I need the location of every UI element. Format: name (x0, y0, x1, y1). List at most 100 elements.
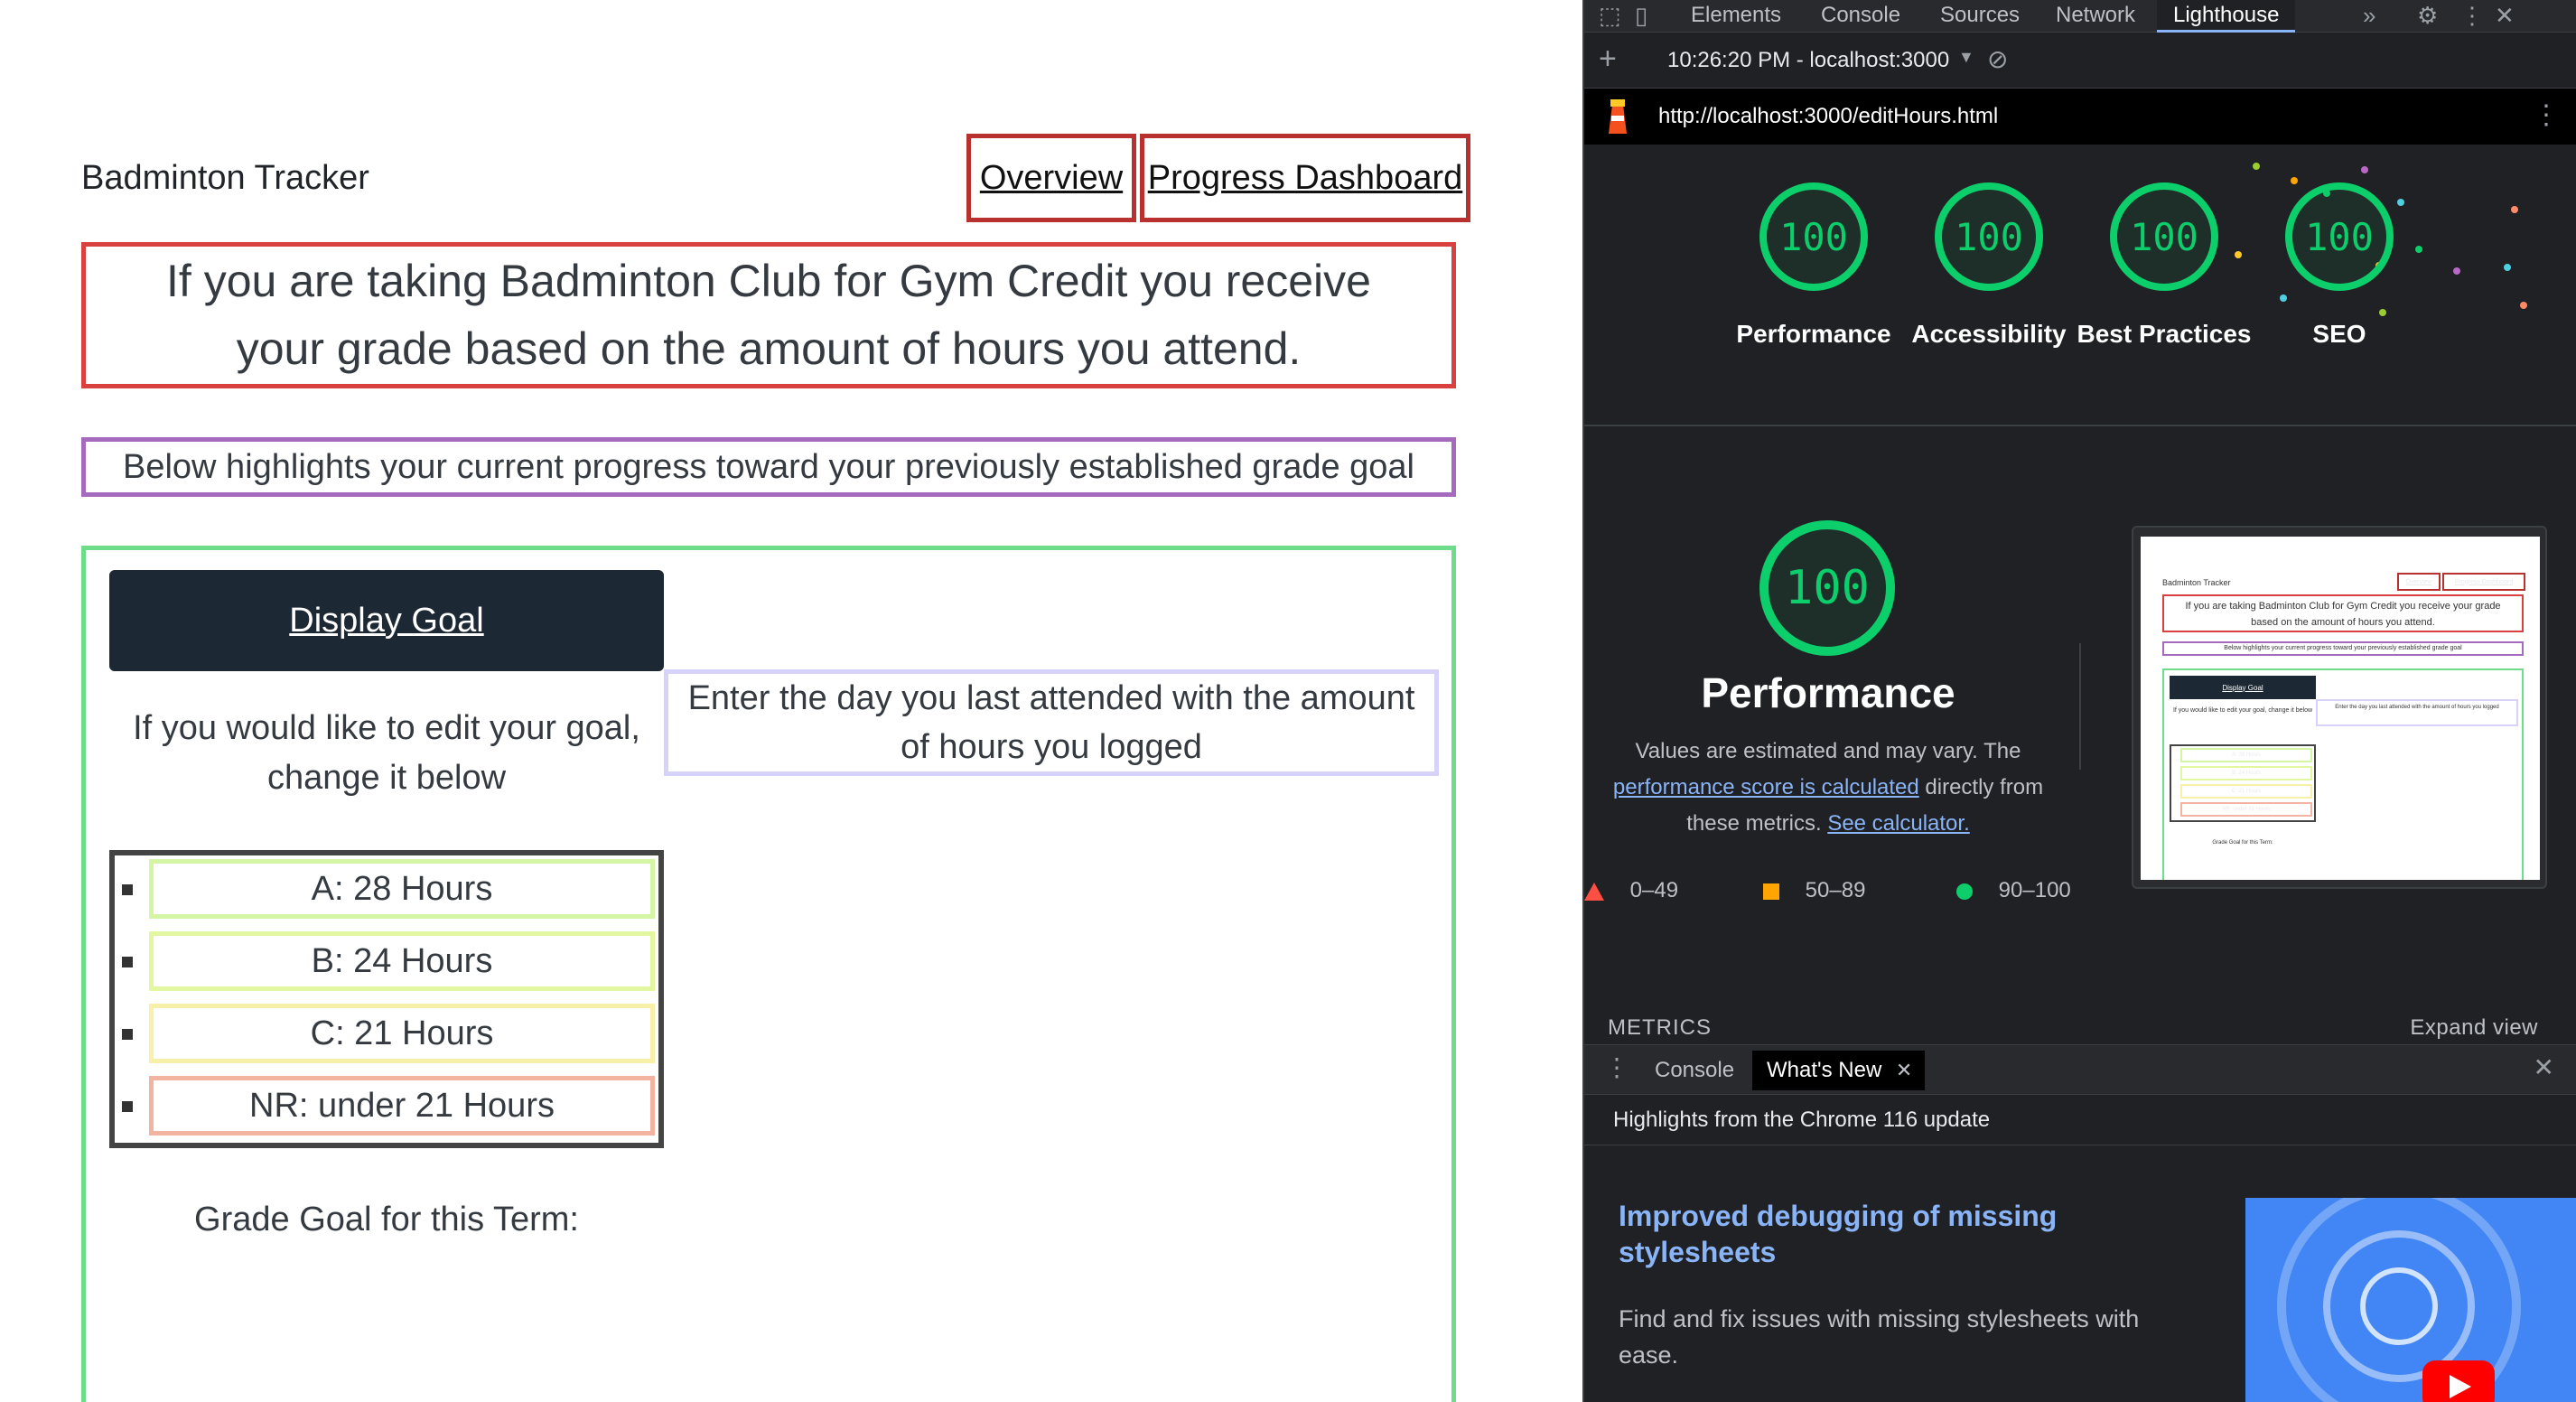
report-selector[interactable]: 10:26:20 PM - localhost:3000 (1667, 48, 1949, 73)
tab-sources[interactable]: Sources (1924, 0, 2036, 33)
devtools-tabbar: ⬚ ▯ Elements Console Sources Network Lig… (1584, 0, 2576, 33)
list-item: NR: under 21 Hours (115, 1072, 658, 1145)
bullet-icon (122, 957, 133, 967)
list-item: A: 28 Hours (115, 855, 658, 928)
drawer-tab-console[interactable]: Console (1640, 1051, 1749, 1090)
grade-option-nr[interactable]: NR: under 21 Hours (149, 1076, 655, 1136)
kebab-menu-icon[interactable]: ⋮ (1604, 1052, 1629, 1082)
nav-overview-link[interactable]: Overview (966, 134, 1136, 222)
thumb-section: Display Goal If you would like to edit y… (2162, 668, 2524, 880)
thumb-progress: Progress Dashboard (2442, 573, 2525, 591)
performance-score: 100 (1779, 214, 1848, 259)
grade-option-a[interactable]: A: 28 Hours (149, 859, 655, 919)
kebab-menu-icon[interactable]: ⋮ (2533, 99, 2560, 131)
close-icon[interactable]: ✕ (2495, 2, 2515, 30)
clear-icon[interactable]: ⊘ (1987, 44, 2008, 74)
description-text: Values are estimated and may vary. The (1635, 739, 2021, 763)
seo-gauge[interactable]: 100 (2285, 182, 2394, 291)
thumb-overview: Overview (2397, 573, 2441, 591)
grade-list: A: 28 Hours B: 24 Hours C: 21 Hours NR: … (109, 850, 664, 1148)
chrome-graphic-icon (2277, 1198, 2521, 1402)
web-page: Badminton Tracker Overview Progress Dash… (0, 0, 1582, 1402)
enter-day-prompt: Enter the day you last attended with the… (664, 669, 1439, 776)
accessibility-label: Accessibility (1911, 320, 2067, 348)
goal-section: Display Goal If you would like to edit y… (81, 546, 1456, 1402)
close-drawer-icon[interactable]: ✕ (2534, 1052, 2554, 1082)
triangle-icon (1584, 882, 1604, 901)
thumbnail-image: Badminton Tracker Overview Progress Dash… (2141, 537, 2540, 880)
thumb-note: Below highlights your current progress t… (2162, 641, 2524, 656)
thumb-grade-b: B: 24 Hours (2180, 766, 2312, 780)
news-title-link[interactable]: Improved debugging of missing stylesheet… (1619, 1198, 2124, 1270)
edit-goal-text: If you would like to edit your goal, cha… (133, 709, 640, 797)
thumb-grade-a: A: 28 Hours (2180, 748, 2312, 762)
plus-icon[interactable]: + (1599, 42, 1617, 77)
best-practices-score: 100 (2130, 214, 2198, 259)
thumb-goal-label: Grade Goal for this Term: (2212, 840, 2273, 846)
performance-label: Performance (1736, 320, 1891, 348)
seo-label: SEO (2312, 320, 2366, 348)
legend-average: 50–89 (1763, 878, 1865, 903)
divider (1584, 425, 2576, 426)
tab-console[interactable]: Console (1805, 0, 1917, 33)
grade-goal-label: Grade Goal for this Term: (194, 1201, 579, 1238)
square-icon (1763, 883, 1779, 900)
performance-detail-score: 100 (1785, 561, 1870, 615)
circle-icon (1956, 883, 1973, 900)
video-thumbnail[interactable] (2245, 1198, 2576, 1402)
thumb-brand: Badminton Tracker (2162, 578, 2231, 587)
devtools-panel: ⬚ ▯ Elements Console Sources Network Lig… (1582, 0, 2576, 1402)
best-practices-gauge[interactable]: 100 (2110, 182, 2218, 291)
performance-gauge[interactable]: 100 (1759, 182, 1868, 291)
report-url: http://localhost:3000/editHours.html (1658, 104, 1999, 128)
best-practices-label: Best Practices (2077, 320, 2252, 348)
drawer-tabbar: ⋮ Console What's New ✕ ✕ (1584, 1044, 2576, 1095)
drawer-tab-whats-new[interactable]: What's New ✕ (1752, 1051, 1926, 1090)
gear-icon[interactable]: ⚙ (2417, 2, 2438, 30)
legend-pass-label: 90–100 (1998, 878, 2071, 902)
page-screenshot-thumbnail[interactable]: Badminton Tracker Overview Progress Dash… (2132, 526, 2547, 889)
thumb-grade-nr: NR: under 21 Hours (2180, 802, 2312, 817)
performance-description: Values are estimated and may vary. The p… (1602, 734, 2054, 842)
news-description: Find and fix issues with missing stylesh… (1619, 1305, 2140, 1369)
legend-fail-label: 0–49 (1629, 878, 1679, 902)
drawer-tab-label: What's New (1767, 1058, 1882, 1082)
legend-pass: 90–100 (1956, 878, 2071, 903)
close-icon[interactable]: ✕ (1896, 1051, 1912, 1090)
metrics-header: METRICS Expand view (1584, 1015, 2576, 1046)
more-tabs-icon[interactable]: » (2363, 2, 2375, 30)
seo-score: 100 (2305, 214, 2374, 259)
score-calculated-link[interactable]: performance score is calculated (1613, 775, 1919, 799)
performance-title: Performance (1701, 669, 1955, 716)
bullet-icon (122, 1101, 133, 1112)
thumb-intro: If you are taking Badminton Club for Gym… (2162, 594, 2524, 632)
legend-fail: 0–49 (1584, 878, 1678, 903)
performance-detail-gauge: 100 (1759, 520, 1895, 656)
bullet-icon (122, 1029, 133, 1040)
intro-banner: If you are taking Badminton Club for Gym… (81, 242, 1456, 388)
tab-elements[interactable]: Elements (1675, 0, 1797, 33)
thumb-grade-c: C: 21 Hours (2180, 784, 2312, 799)
thumb-enter: Enter the day you last attended with the… (2316, 699, 2518, 726)
metrics-label: METRICS (1608, 1015, 1712, 1040)
expand-view-button[interactable]: Expand view (2410, 1015, 2538, 1041)
bullet-icon (122, 884, 133, 895)
list-item: B: 24 Hours (115, 928, 658, 1000)
report-url-bar: http://localhost:3000/editHours.html ⋮ (1584, 89, 2576, 145)
lighthouse-logo-icon (1609, 99, 1627, 134)
highlights-header: Highlights from the Chrome 116 update (1584, 1095, 2576, 1145)
chevron-down-icon[interactable]: ▼ (1958, 48, 1974, 67)
grade-option-b[interactable]: B: 24 Hours (149, 931, 655, 991)
device-toolbar-icon[interactable]: ▯ (1635, 2, 1647, 30)
nav-progress-dashboard-link[interactable]: Progress Dashboard (1140, 134, 1470, 222)
see-calculator-link[interactable]: See calculator. (1827, 811, 1969, 836)
lighthouse-toolbar: + 10:26:20 PM - localhost:3000 ▼ ⊘ (1584, 33, 2576, 89)
accessibility-gauge[interactable]: 100 (1935, 182, 2043, 291)
grade-option-c[interactable]: C: 21 Hours (149, 1004, 655, 1063)
display-goal-button[interactable]: Display Goal (109, 570, 664, 671)
tab-lighthouse[interactable]: Lighthouse (2157, 0, 2296, 33)
inspect-icon[interactable]: ⬚ (1599, 2, 1621, 30)
kebab-menu-icon[interactable]: ⋮ (2460, 2, 2484, 30)
list-item: C: 21 Hours (115, 1000, 658, 1072)
tab-network[interactable]: Network (2039, 0, 2151, 33)
